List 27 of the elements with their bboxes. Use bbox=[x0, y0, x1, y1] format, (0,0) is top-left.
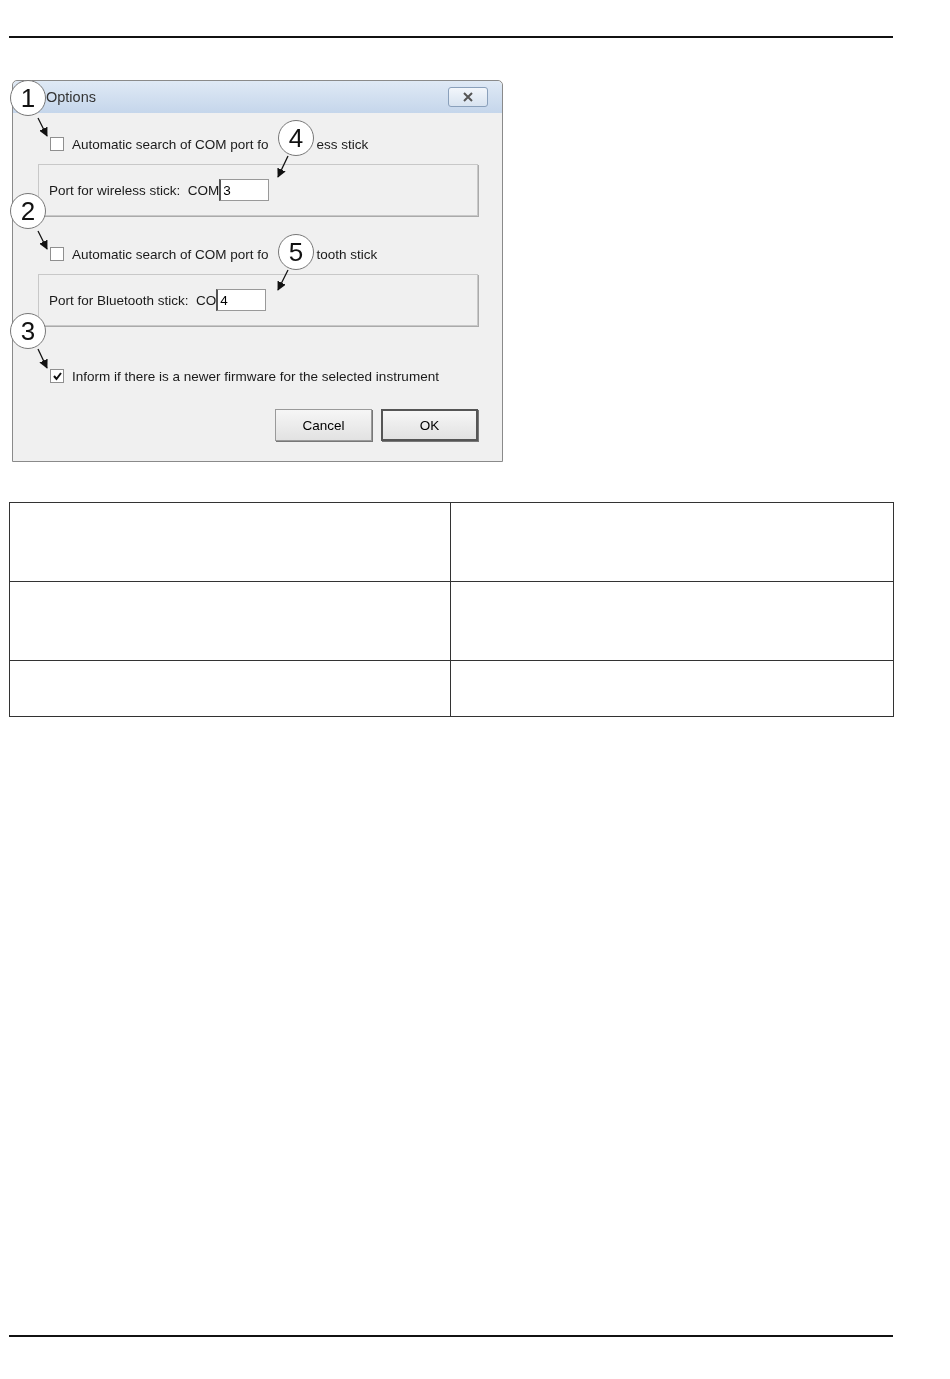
checkbox-label: Inform if there is a newer firmware for the selected instrument bbox=[72, 368, 439, 384]
dialog-button[interactable]: OK bbox=[381, 409, 478, 441]
callout-arrow bbox=[37, 230, 48, 250]
checkbox-label: Automatic search of COM port fo bbox=[72, 136, 269, 152]
close-button[interactable] bbox=[448, 87, 488, 107]
port-label: Port for Bluetooth stick: CO bbox=[49, 292, 217, 308]
callout-arrow bbox=[37, 117, 48, 137]
callout-number: 5 bbox=[278, 234, 314, 270]
checkbox[interactable] bbox=[50, 137, 64, 151]
callout-arrow bbox=[37, 348, 48, 369]
callout-number: 4 bbox=[278, 120, 314, 156]
checkbox-label: ess stick bbox=[316, 136, 369, 152]
callout-number: 1 bbox=[10, 80, 46, 116]
checkbox[interactable] bbox=[50, 247, 64, 261]
port-label: Port for wireless stick: COM bbox=[49, 182, 220, 198]
callout-number: 2 bbox=[10, 193, 46, 229]
checkbox-label: Automatic search of COM port fo bbox=[72, 246, 269, 262]
port-input-field[interactable]: 4 bbox=[216, 289, 267, 311]
checkbox-label: tooth stick bbox=[316, 246, 378, 262]
window-title: Options bbox=[46, 89, 96, 105]
close-icon bbox=[461, 92, 475, 102]
dialog-button[interactable]: Cancel bbox=[275, 409, 372, 441]
checkbox[interactable] bbox=[50, 369, 64, 383]
callout-arrow bbox=[277, 269, 289, 291]
callout-arrow bbox=[277, 155, 289, 178]
callout-number: 3 bbox=[10, 313, 46, 349]
port-input-field[interactable]: 3 bbox=[219, 179, 270, 201]
